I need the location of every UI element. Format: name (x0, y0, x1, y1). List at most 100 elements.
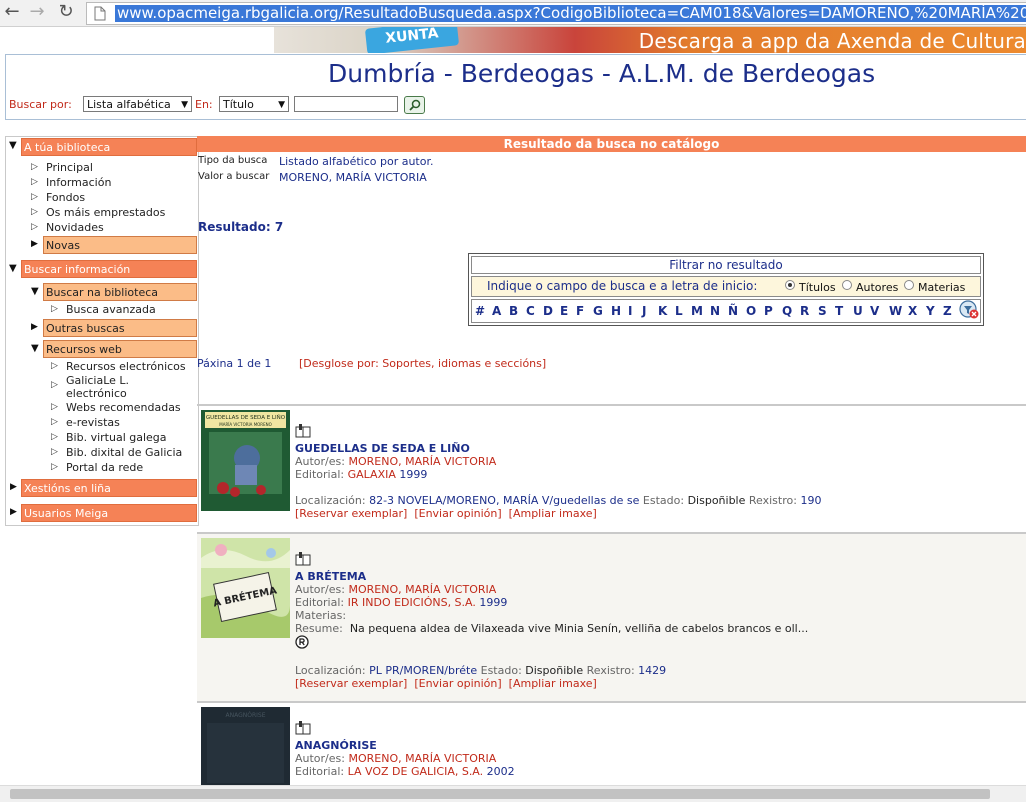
register-value: 1429 (638, 664, 667, 677)
record-title-link[interactable]: ANAGNÓRISE (295, 739, 377, 752)
letter-link[interactable]: V (870, 304, 879, 318)
sidebar-item-recursos-web[interactable]: Recursos web (43, 340, 197, 358)
sidebar-item-fondos[interactable]: Fondos (46, 191, 85, 204)
letter-link[interactable]: Y (926, 304, 935, 318)
sidebar-item-buscar-na-biblioteca[interactable]: Buscar na biblioteca (43, 283, 197, 301)
letter-link[interactable]: A (492, 304, 501, 318)
clear-filter-icon[interactable] (958, 298, 980, 320)
desglose-link[interactable]: [Desglose por: Soportes, idiomas e secci… (299, 357, 546, 370)
letter-link[interactable]: J (642, 304, 646, 318)
sidebar-section-buscar-informacion[interactable]: Buscar información (21, 260, 197, 278)
sidebar-item-galicia-le-line2[interactable]: electrónico (66, 387, 127, 400)
enlarge-image-link[interactable]: [Ampliar imaxe] (509, 677, 597, 690)
sidebar-item-bib-dixital-galicia[interactable]: Bib. dixital de Galicia (66, 446, 182, 459)
author-link[interactable]: MORENO, MARÍA VICTORIA (348, 752, 496, 765)
sidebar-section-usuarios-meiga[interactable]: Usuarios Meiga (21, 504, 197, 522)
url-text[interactable]: www.opacmeiga.rbgalicia.org/ResultadoBus… (115, 5, 1026, 22)
sidebar-item-mais-emprestados[interactable]: Os máis emprestados (46, 206, 165, 219)
triangle-right-icon: ▷ (51, 380, 58, 390)
letter-link[interactable]: F (576, 304, 584, 318)
address-bar[interactable]: www.opacmeiga.rbgalicia.org/ResultadoBus… (86, 2, 1026, 25)
letter-link[interactable]: R (800, 304, 809, 318)
sidebar-item-portal-da-rede[interactable]: Portal da rede (66, 461, 143, 474)
send-opinion-link[interactable]: [Enviar opinión] (414, 677, 501, 690)
sidebar-item-novas[interactable]: Novas (43, 236, 197, 254)
record-author-line: Autor/es: MORENO, MARÍA VICTORIA (295, 752, 496, 765)
search-by-select[interactable]: Lista alfabética ▼ (83, 96, 192, 112)
search-input[interactable] (294, 96, 398, 112)
reload-icon[interactable]: ↻ (56, 2, 76, 22)
promo-banner[interactable]: XUNTA Descarga a app da Axenda de Cultur… (274, 27, 1026, 53)
letter-link[interactable]: P (764, 304, 773, 318)
radio-materias[interactable] (904, 280, 914, 290)
author-link[interactable]: MORENO, MARÍA VICTORIA (348, 583, 496, 596)
reserve-link[interactable]: [Reservar exemplar] (295, 507, 407, 520)
book-cover-image[interactable]: GUEDELLAS DE SEDA E LIÑO MARÍA VICTORIA … (201, 410, 290, 511)
sidebar-section-a-tua-biblioteca[interactable]: A túa biblioteca (21, 138, 197, 156)
search-by-select-value: Lista alfabética (87, 98, 171, 111)
letter-link[interactable]: L (675, 304, 683, 318)
reserve-link[interactable]: [Reservar exemplar] (295, 677, 407, 690)
letter-link[interactable]: H (611, 304, 621, 318)
letter-link[interactable]: S (818, 304, 827, 318)
sidebar-item-principal[interactable]: Principal (46, 161, 93, 174)
record-title-link[interactable]: A BRÉTEMA (295, 570, 366, 583)
sidebar-item-galicia-le[interactable]: GaliciaLe L. (66, 374, 129, 387)
letter-link[interactable]: G (593, 304, 603, 318)
horizontal-scrollbar[interactable] (0, 785, 1026, 802)
letter-link[interactable]: K (658, 304, 667, 318)
triangle-right-icon[interactable]: ▶ (10, 507, 17, 517)
letter-link[interactable]: N (710, 304, 720, 318)
sidebar-section-xestions-en-linha[interactable]: Xestións en liña (21, 479, 197, 497)
radio-autores[interactable] (842, 280, 852, 290)
sidebar-item-informacion[interactable]: Información (46, 176, 111, 189)
author-link[interactable]: MORENO, MARÍA VICTORIA (348, 455, 496, 468)
search-type-value: Listado alfabético por autor. (279, 155, 434, 168)
sidebar-item-novidades[interactable]: Novidades (46, 221, 104, 234)
letter-link[interactable]: C (526, 304, 535, 318)
book-cover-image[interactable]: ANAGNÓRISE (201, 707, 290, 787)
radio-materias-label: Materias (918, 281, 966, 294)
letter-link[interactable]: Z (943, 304, 952, 318)
letter-link[interactable]: I (628, 304, 632, 318)
search-field-select[interactable]: Título ▼ (219, 96, 289, 112)
sidebar-item-outras-buscas[interactable]: Outras buscas (43, 319, 197, 337)
letter-link[interactable]: W (889, 304, 902, 318)
publisher-link[interactable]: IR INDO EDICIÓNS, S.A. (348, 596, 476, 609)
publisher-link[interactable]: GALAXIA (348, 468, 396, 481)
letter-link[interactable]: D (543, 304, 553, 318)
radio-titulos[interactable] (785, 280, 795, 290)
letter-link[interactable]: U (853, 304, 863, 318)
search-button[interactable] (404, 96, 425, 114)
publication-year: 2002 (486, 765, 515, 778)
triangle-right-icon[interactable]: ▶ (10, 482, 17, 492)
forward-arrow-icon[interactable]: → (27, 2, 47, 22)
sidebar-item-busca-avanzada[interactable]: Busca avanzada (66, 303, 156, 316)
triangle-down-icon[interactable]: ▼ (9, 263, 17, 274)
book-cover-image[interactable]: A BRÉTEMA (201, 538, 290, 638)
record-title-link[interactable]: GUEDELLAS DE SEDA E LIÑO (295, 442, 470, 455)
send-opinion-link[interactable]: [Enviar opinión] (414, 507, 501, 520)
back-arrow-icon[interactable]: ← (2, 2, 22, 22)
letter-link[interactable]: T (835, 304, 843, 318)
enlarge-image-link[interactable]: [Ampliar imaxe] (509, 507, 597, 520)
sidebar-item-webs-recomendadas[interactable]: Webs recomendadas (66, 401, 181, 414)
sidebar-item-recursos-electronicos[interactable]: Recursos electrónicos (66, 360, 186, 373)
letter-link[interactable]: Ñ (728, 304, 738, 318)
triangle-down-icon[interactable]: ▼ (9, 140, 17, 151)
sidebar-item-e-revistas[interactable]: e-revistas (66, 416, 120, 429)
letter-link[interactable]: M (691, 304, 703, 318)
publisher-link[interactable]: LA VOZ DE GALICIA, S.A. (348, 765, 484, 778)
letter-link[interactable]: # (475, 304, 485, 318)
letter-link[interactable]: O (746, 304, 756, 318)
sidebar-item-bib-virtual-galega[interactable]: Bib. virtual galega (66, 431, 167, 444)
letter-link[interactable]: B (509, 304, 518, 318)
register-label: Rexistro: (748, 494, 797, 507)
letter-link[interactable]: Q (782, 304, 792, 318)
triangle-right-icon: ▷ (31, 162, 38, 172)
registered-icon[interactable] (295, 635, 309, 649)
scrollbar-thumb[interactable] (10, 789, 990, 799)
letter-link[interactable]: X (908, 304, 917, 318)
letter-link[interactable]: E (560, 304, 568, 318)
triangle-right-icon: ▶ (31, 239, 38, 249)
